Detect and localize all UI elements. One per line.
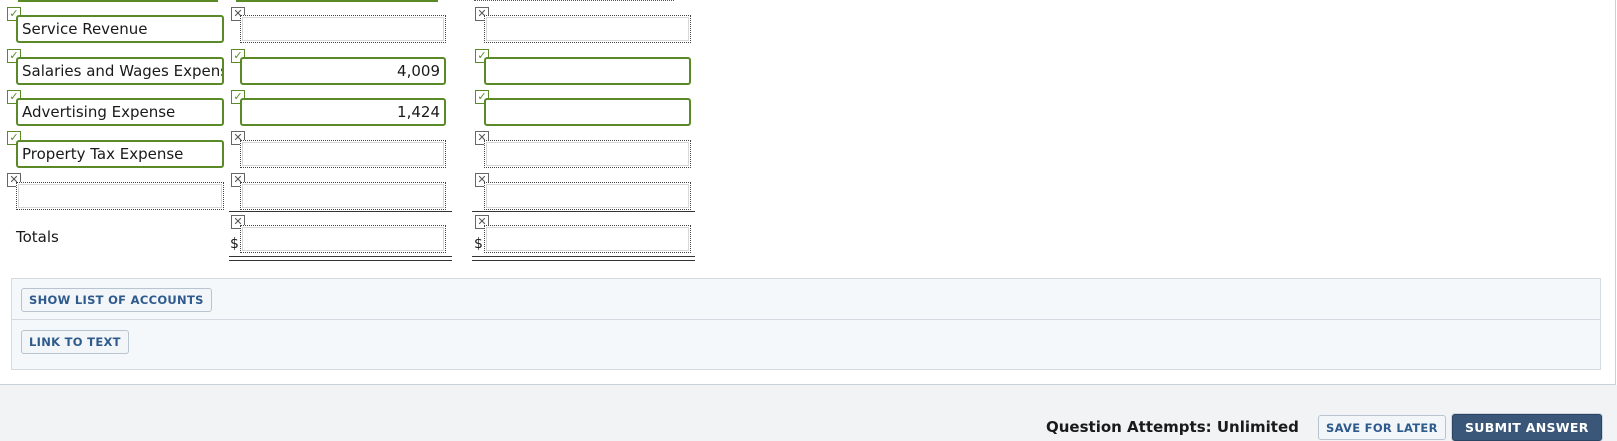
submit-answer-button[interactable]: SUBMIT ANSWER: [1452, 414, 1602, 441]
debit-total-double-rule: [229, 256, 452, 261]
show-list-of-accounts-button[interactable]: SHOW LIST OF ACCOUNTS: [21, 288, 212, 312]
save-for-later-button[interactable]: SAVE FOR LATER: [1318, 415, 1446, 440]
debit-field-row4[interactable]: [240, 140, 446, 168]
debit-currency-symbol: $: [230, 236, 239, 252]
credit-currency-symbol: $: [474, 236, 483, 252]
debit-field-row2[interactable]: 4,009: [240, 57, 446, 85]
credit-field-row4[interactable]: [484, 140, 691, 168]
question-panel: ✓ Service Revenue ✕ ✕ ✓ Salaries and Wag…: [0, 0, 1616, 385]
credit-total-double-rule: [472, 256, 695, 261]
debit-field-row5[interactable]: [240, 182, 446, 210]
account-field-row4[interactable]: Property Tax Expense: [16, 140, 224, 168]
prev-row-credit-edge: [474, 0, 674, 1]
account-field-row3[interactable]: Advertising Expense: [16, 98, 224, 126]
question-tools: SHOW LIST OF ACCOUNTS LINK TO TEXT: [11, 278, 1601, 370]
credit-total-field[interactable]: [484, 225, 691, 253]
link-to-text-button[interactable]: LINK TO TEXT: [21, 330, 129, 354]
debit-subtotal-rule: [229, 211, 452, 212]
account-field-row5[interactable]: [16, 182, 224, 210]
prev-row-debit-edge: [236, 0, 438, 2]
credit-subtotal-rule: [472, 211, 695, 212]
credit-field-row1[interactable]: [484, 15, 691, 43]
debit-field-row3[interactable]: 1,424: [240, 98, 446, 126]
question-attempts: Question Attempts: Unlimited: [1046, 418, 1299, 436]
account-field-row1[interactable]: Service Revenue: [16, 15, 224, 43]
account-field-row2[interactable]: Salaries and Wages Expens: [16, 57, 224, 85]
credit-field-row2[interactable]: [484, 57, 691, 85]
prev-row-account-edge: [18, 0, 218, 2]
credit-field-row5[interactable]: [484, 182, 691, 210]
debit-field-row1[interactable]: [240, 15, 446, 43]
debit-total-field[interactable]: [240, 225, 446, 253]
tools-divider: [12, 319, 1600, 320]
totals-label: Totals: [16, 228, 59, 246]
credit-field-row3[interactable]: [484, 98, 691, 126]
